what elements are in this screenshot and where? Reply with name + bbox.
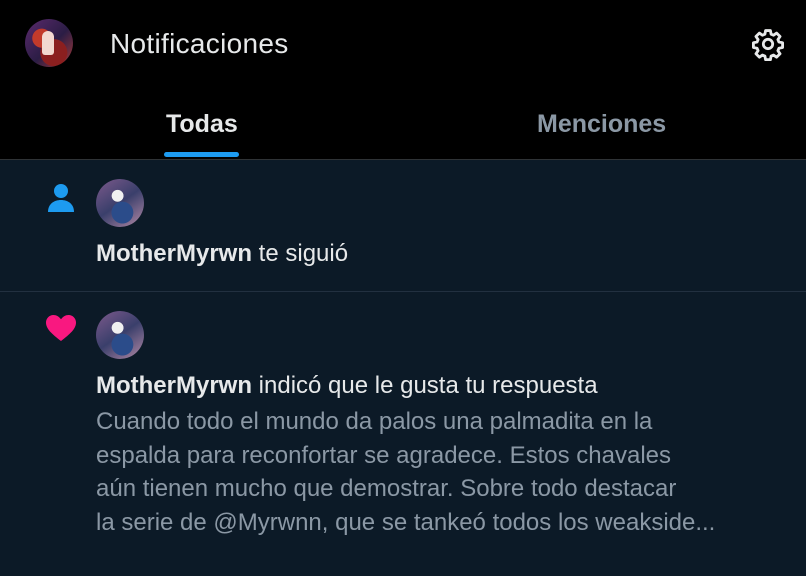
notification-item-follow[interactable]: MotherMyrwn te siguió	[0, 160, 806, 292]
tab-menciones[interactable]: Menciones	[537, 110, 666, 139]
action-text: te siguió	[258, 240, 349, 267]
avatar[interactable]	[96, 311, 144, 359]
page-title: Notificaciones	[110, 28, 289, 59]
notification-item-like[interactable]: MotherMyrwn indicó que le gusta tu respu…	[0, 292, 806, 576]
heart-icon	[46, 315, 76, 341]
action-text: indicó que le gusta tu respuesta	[258, 372, 598, 399]
notification-text: MotherMyrwn te siguió	[96, 240, 348, 268]
quote-line: Cuando todo el mundo da palos una palmad…	[96, 408, 653, 435]
quote-line: espalda para reconfortar se agradece. Es…	[96, 441, 672, 469]
active-tab-indicator	[164, 152, 239, 157]
person-icon	[48, 184, 74, 212]
user-name[interactable]: MotherMyrwn	[96, 372, 252, 399]
quote-line: aún tienen mucho que demostrar. Sobre to…	[96, 475, 677, 502]
notification-list: MotherMyrwn te siguió MotherMyrwn indicó…	[0, 160, 806, 576]
top-bar: Notificaciones	[0, 0, 806, 90]
user-name[interactable]: MotherMyrwn	[96, 240, 252, 267]
avatar[interactable]	[96, 179, 144, 227]
quoted-reply-text: Cuando todo el mundo da palos una palmad…	[96, 405, 786, 539]
tab-todas[interactable]: Todas	[166, 110, 238, 139]
tab-bar: Todas Menciones	[0, 90, 806, 160]
profile-avatar[interactable]	[25, 19, 73, 67]
gear-icon[interactable]	[751, 27, 785, 61]
notification-text: MotherMyrwn indicó que le gusta tu respu…	[96, 372, 598, 400]
quote-line: la serie de @Myrwnn, que se tankeó todos…	[96, 508, 716, 536]
